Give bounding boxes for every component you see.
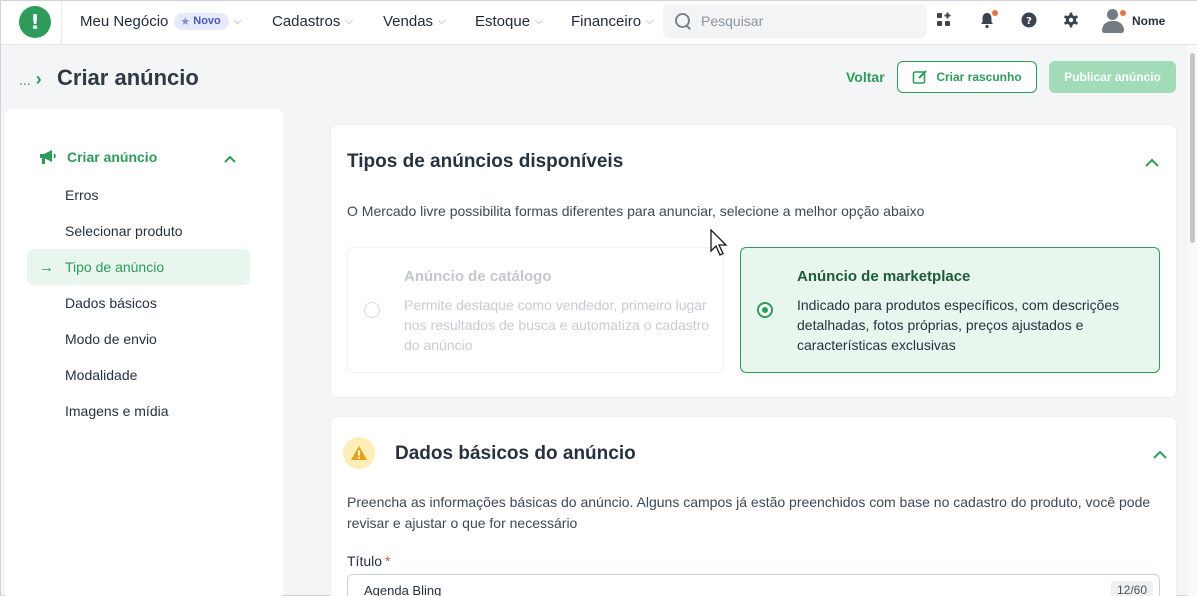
chevron-up-icon[interactable] — [223, 151, 237, 163]
character-counter: 12/60 — [1110, 581, 1153, 596]
user-name: Nome — [1132, 14, 1166, 28]
sidebar-item-label: Erros — [65, 187, 99, 203]
nav-divider — [61, 1, 62, 45]
nav-vendas-label: Vendas — [383, 12, 434, 30]
nav-estoque[interactable]: Estoque ⌵ — [475, 1, 543, 41]
nav-estoque-label: Estoque — [475, 12, 531, 30]
sidebar-item-selecionar-produto[interactable]: Selecionar produto — [27, 213, 250, 249]
sidebar-item-tipo-de-anuncio[interactable]: → Tipo de anúncio — [27, 249, 250, 285]
sidebar-item-modo-de-envio[interactable]: Modo de envio — [27, 321, 250, 357]
apps-grid-icon[interactable] — [935, 11, 953, 29]
breadcrumb[interactable]: ... › — [19, 69, 42, 90]
chevron-down-icon: ⌵ — [438, 15, 446, 27]
nav-financeiro[interactable]: Financeiro ⌵ — [571, 1, 654, 41]
help-icon[interactable]: ? — [1020, 11, 1038, 29]
sidebar-item-label: Imagens e mídia — [65, 403, 169, 419]
nav-vendas[interactable]: Vendas ⌵ — [383, 1, 446, 41]
create-draft-button[interactable]: Criar rascunho — [897, 61, 1037, 93]
sidebar-section-label: Criar anúncio — [67, 149, 158, 165]
ad-types-card: Tipos de anúncios disponíveis O Mercado … — [331, 125, 1176, 397]
bell-icon[interactable] — [978, 10, 998, 29]
chevron-down-icon: ⌵ — [646, 15, 654, 27]
brand-logo-mark: ! — [30, 10, 40, 34]
sidebar-item-imagens-e-midia[interactable]: Imagens e mídia — [27, 393, 250, 429]
sidebar-item-erros[interactable]: Erros — [27, 177, 250, 213]
megaphone-icon — [40, 150, 56, 164]
title-field-label-text: Título — [347, 553, 383, 569]
star-icon: ★ — [180, 15, 191, 28]
create-draft-label: Criar rascunho — [936, 70, 1022, 84]
ad-type-option-catalog[interactable]: Anúncio de catálogo Permite destaque com… — [347, 247, 724, 373]
search-input[interactable] — [701, 13, 911, 29]
page-title: Criar anúncio — [57, 65, 199, 90]
option-description: Indicado para produtos específicos, com … — [797, 297, 1120, 353]
nav-meu-negocio-label: Meu Negócio — [80, 12, 169, 30]
chevron-down-icon: ⌵ — [345, 15, 353, 27]
new-badge-label: Novo — [193, 15, 221, 27]
nav-cadastros-label: Cadastros — [272, 12, 341, 30]
option-description: Permite destaque como vendedor, primeiro… — [404, 297, 710, 353]
search-icon — [675, 13, 691, 29]
chevron-right-icon: › — [35, 69, 42, 89]
breadcrumb-ellipsis: ... — [19, 71, 31, 88]
ad-types-description: O Mercado livre possibilita formas difer… — [347, 203, 925, 219]
title-field[interactable]: 12/60 — [347, 574, 1160, 596]
title-input[interactable] — [364, 583, 1064, 596]
sidebar-item-label: Modalidade — [65, 367, 138, 383]
publish-button[interactable]: Publicar anúncio — [1049, 61, 1176, 93]
search-box[interactable] — [663, 4, 927, 38]
required-mark: * — [385, 553, 391, 569]
edit-icon — [913, 70, 928, 84]
sidebar-item-modalidade[interactable]: Modalidade — [27, 357, 250, 393]
option-title: Anúncio de marketplace — [797, 268, 971, 285]
option-title: Anúncio de catálogo — [404, 268, 552, 285]
chevron-down-icon: ⌵ — [233, 15, 242, 27]
sidebar-item-label: Selecionar produto — [65, 223, 183, 239]
sidebar-item-label: Dados básicos — [65, 295, 157, 311]
brand-logo[interactable]: ! — [19, 6, 51, 38]
page-scrollbar[interactable] — [1188, 45, 1197, 596]
chevron-down-icon: ⌵ — [535, 15, 543, 27]
basic-data-title: Dados básicos do anúncio — [395, 443, 636, 464]
nav-financeiro-label: Financeiro — [571, 12, 642, 30]
top-navigation-bar: ! Meu Negócio ★ Novo ⌵ Cadastros ⌵ Venda… — [1, 1, 1197, 45]
sidebar-item-dados-basicos[interactable]: Dados básicos — [27, 285, 250, 321]
sidebar: Criar anúncio Erros Selecionar produto →… — [5, 109, 283, 596]
basic-data-description: Preencha as informações básicas do anúnc… — [347, 494, 1151, 531]
chevron-up-icon[interactable] — [1144, 156, 1160, 168]
ad-types-title: Tipos de anúncios disponíveis — [347, 151, 624, 172]
back-button[interactable]: Voltar — [846, 69, 885, 85]
chevron-up-icon[interactable] — [1152, 448, 1168, 460]
arrow-right-icon: → — [39, 259, 54, 276]
nav-meu-negocio[interactable]: Meu Negócio ★ Novo ⌵ — [80, 1, 241, 41]
scrollbar-thumb[interactable] — [1190, 53, 1195, 243]
warning-icon — [343, 437, 375, 469]
svg-text:?: ? — [1026, 16, 1032, 27]
radio-button[interactable] — [364, 302, 380, 318]
basic-data-card: Dados básicos do anúncio Preencha as inf… — [331, 417, 1176, 596]
ad-type-option-marketplace[interactable]: Anúncio de marketplace Indicado para pro… — [740, 247, 1160, 373]
radio-button-selected[interactable] — [757, 302, 773, 318]
new-badge: ★ Novo — [174, 12, 229, 30]
notification-dot — [992, 10, 998, 16]
gear-icon[interactable] — [1062, 11, 1080, 29]
sidebar-item-label: Modo de envio — [65, 331, 157, 347]
status-dot — [1120, 10, 1126, 16]
title-field-label: Título * — [347, 553, 390, 569]
sidebar-section-header[interactable]: Criar anúncio — [39, 149, 157, 165]
nav-cadastros[interactable]: Cadastros ⌵ — [272, 1, 353, 41]
avatar — [1101, 8, 1126, 34]
user-menu[interactable]: Nome — [1101, 7, 1165, 35]
sidebar-item-label: Tipo de anúncio — [65, 259, 165, 275]
